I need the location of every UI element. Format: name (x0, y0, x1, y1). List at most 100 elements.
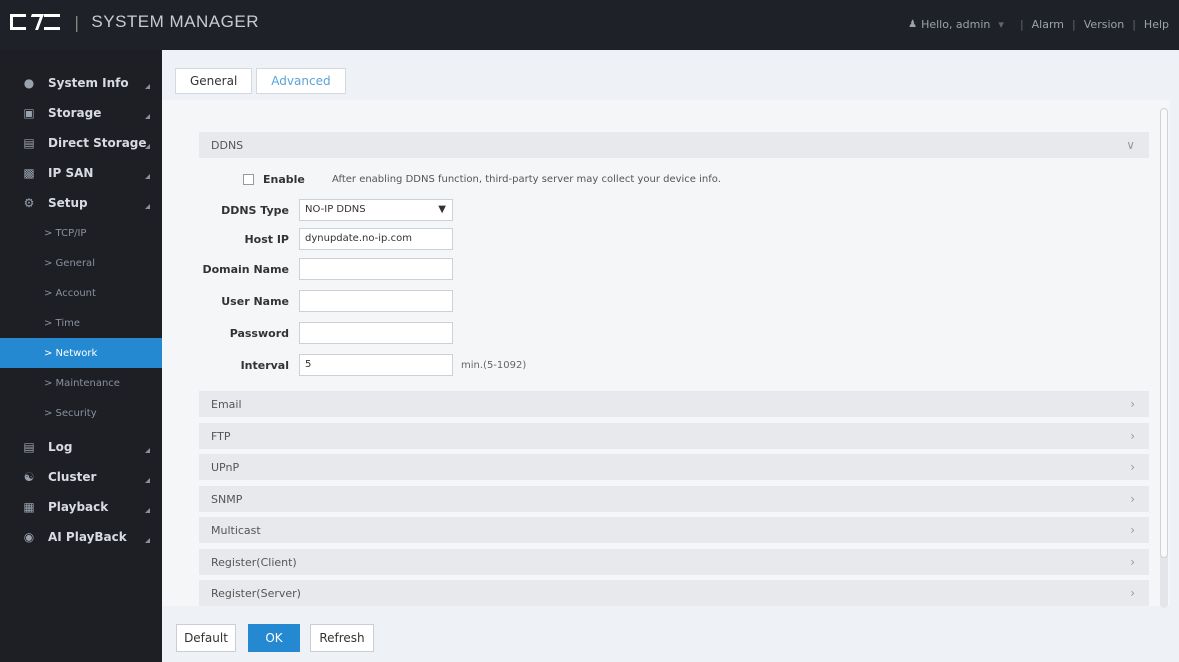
nav-divider: | (1019, 18, 1024, 31)
ip-san-icon: ▩ (23, 166, 35, 180)
sidebar-item-direct-storage[interactable]: ▤ Direct Storage (0, 128, 162, 158)
section-multicast-header[interactable]: Multicast › (199, 517, 1149, 543)
chevron-right-icon[interactable]: › (1130, 429, 1135, 443)
chevron-right-icon[interactable]: › (1130, 397, 1135, 411)
content-scrollbar[interactable] (1160, 108, 1168, 608)
expand-icon (145, 174, 150, 179)
version-link[interactable]: Version (1084, 18, 1124, 31)
sidebar-item-label: Direct Storage (48, 136, 147, 150)
section-title: Register(Client) (211, 555, 297, 569)
domain-name-input[interactable] (299, 258, 453, 280)
help-link[interactable]: Help (1144, 18, 1169, 31)
host-ip-input[interactable]: dynupdate.no-ip.com (299, 228, 453, 250)
expand-icon (145, 204, 150, 209)
direct-storage-icon: ▤ (23, 136, 35, 150)
section-title: SNMP (211, 492, 243, 506)
expand-icon (145, 538, 150, 543)
alarm-link[interactable]: Alarm (1032, 18, 1064, 31)
ddns-type-value: NO-IP DDNS (305, 204, 366, 215)
enable-row: Enable After enabling DDNS function, thi… (199, 168, 721, 190)
sidebar-subitem-security[interactable]: > Security (0, 398, 162, 428)
tab-bar: General Advanced (175, 68, 350, 94)
sidebar-item-ip-san[interactable]: ▩ IP SAN (0, 158, 162, 188)
sidebar-subitem-account[interactable]: > Account (0, 278, 162, 308)
sidebar-subitem-time[interactable]: > Time (0, 308, 162, 338)
chevron-right-icon[interactable]: › (1130, 523, 1135, 537)
sidebar-item-label: Setup (48, 196, 88, 210)
sidebar-item-label: Cluster (48, 470, 97, 484)
section-title: Register(Server) (211, 586, 301, 600)
sidebar-item-playback[interactable]: ▦ Playback (0, 492, 162, 522)
sidebar-item-cluster[interactable]: ☯ Cluster (0, 462, 162, 492)
sidebar-subitem-general[interactable]: > General (0, 248, 162, 278)
tab-advanced[interactable]: Advanced (256, 68, 346, 94)
section-title: Email (211, 397, 242, 411)
sidebar-item-label: AI PlayBack (48, 530, 127, 544)
interval-row: Interval 5 min.(5-1092) (199, 354, 526, 376)
enable-checkbox[interactable] (243, 173, 254, 185)
section-ddns-header[interactable]: DDNS ∨ (199, 132, 1149, 158)
host-ip-row: Host IP dynupdate.no-ip.com (199, 228, 453, 250)
default-button[interactable]: Default (176, 624, 236, 652)
chevron-down-icon[interactable]: ▾ (998, 18, 1004, 31)
sidebar-item-setup[interactable]: ⚙ Setup (0, 188, 162, 218)
chevron-right-icon[interactable]: › (1130, 555, 1135, 569)
section-register-client-header[interactable]: Register(Client) › (199, 549, 1149, 575)
sidebar-item-ai-playback[interactable]: ◉ AI PlayBack (0, 522, 162, 552)
user-menu-link[interactable]: Hello, admin (921, 18, 990, 31)
chevron-down-icon[interactable]: ∨ (1126, 138, 1135, 152)
sidebar-subitem-network[interactable]: > Network (0, 338, 162, 368)
section-register-server-header[interactable]: Register(Server) › (199, 580, 1149, 606)
ddns-type-label: DDNS Type (221, 203, 289, 217)
expand-icon (145, 508, 150, 513)
nav-divider: | (1072, 18, 1076, 31)
ok-button[interactable]: OK (248, 624, 300, 652)
interval-label: Interval (240, 358, 289, 372)
sidebar-item-label: System Info (48, 76, 129, 90)
sidebar-subitem-tcpip[interactable]: > TCP/IP (0, 218, 162, 248)
sidebar-item-storage[interactable]: ▣ Storage (0, 98, 162, 128)
top-nav: ♟ Hello, admin ▾ | Alarm | Version | Hel… (908, 18, 1169, 31)
top-bar: | SYSTEM MANAGER ♟ Hello, admin ▾ | Alar… (0, 0, 1179, 50)
expand-icon (145, 114, 150, 119)
password-row: Password (199, 322, 453, 344)
password-label: Password (229, 326, 289, 340)
host-ip-label: Host IP (244, 232, 289, 246)
storage-icon: ▣ (23, 106, 35, 120)
chevron-right-icon[interactable]: › (1130, 460, 1135, 474)
ai-playback-icon: ◉ (23, 530, 35, 544)
expand-icon (145, 84, 150, 89)
expand-icon (145, 144, 150, 149)
password-input[interactable] (299, 322, 453, 344)
log-icon: ▤ (23, 440, 35, 454)
sidebar-item-label: IP SAN (48, 166, 94, 180)
tab-general[interactable]: General (175, 68, 253, 94)
section-title: UPnP (211, 460, 240, 474)
expand-icon (145, 478, 150, 483)
sidebar-item-label: Log (48, 440, 73, 454)
sidebar-item-log[interactable]: ▤ Log (0, 432, 162, 462)
refresh-button[interactable]: Refresh (310, 624, 374, 652)
content-panel: DDNS ∨ Enable After enabling DDNS functi… (162, 100, 1170, 606)
chevron-right-icon[interactable]: › (1130, 586, 1135, 600)
section-email-header[interactable]: Email › (199, 391, 1149, 417)
nav-divider: | (1132, 18, 1136, 31)
ddns-type-select[interactable]: NO-IP DDNS ▼ (299, 199, 453, 221)
enable-label: Enable (263, 172, 305, 186)
sidebar-item-label: Storage (48, 106, 102, 120)
gear-icon: ⚙ (23, 196, 35, 210)
app-title: SYSTEM MANAGER (91, 12, 259, 31)
section-snmp-header[interactable]: SNMP › (199, 486, 1149, 512)
domain-name-label: Domain Name (202, 262, 289, 276)
sidebar-subitem-maintenance[interactable]: > Maintenance (0, 368, 162, 398)
info-icon: ● (23, 76, 35, 90)
sidebar-item-system-info[interactable]: ● System Info (0, 68, 162, 98)
scrollbar-thumb[interactable] (1160, 108, 1168, 558)
section-ftp-header[interactable]: FTP › (199, 423, 1149, 449)
logo-divider: | (74, 12, 80, 32)
chevron-right-icon[interactable]: › (1130, 492, 1135, 506)
user-name-input[interactable] (299, 290, 453, 312)
interval-input[interactable]: 5 (299, 354, 453, 376)
section-upnp-header[interactable]: UPnP › (199, 454, 1149, 480)
sidebar-item-label: Playback (48, 500, 109, 514)
